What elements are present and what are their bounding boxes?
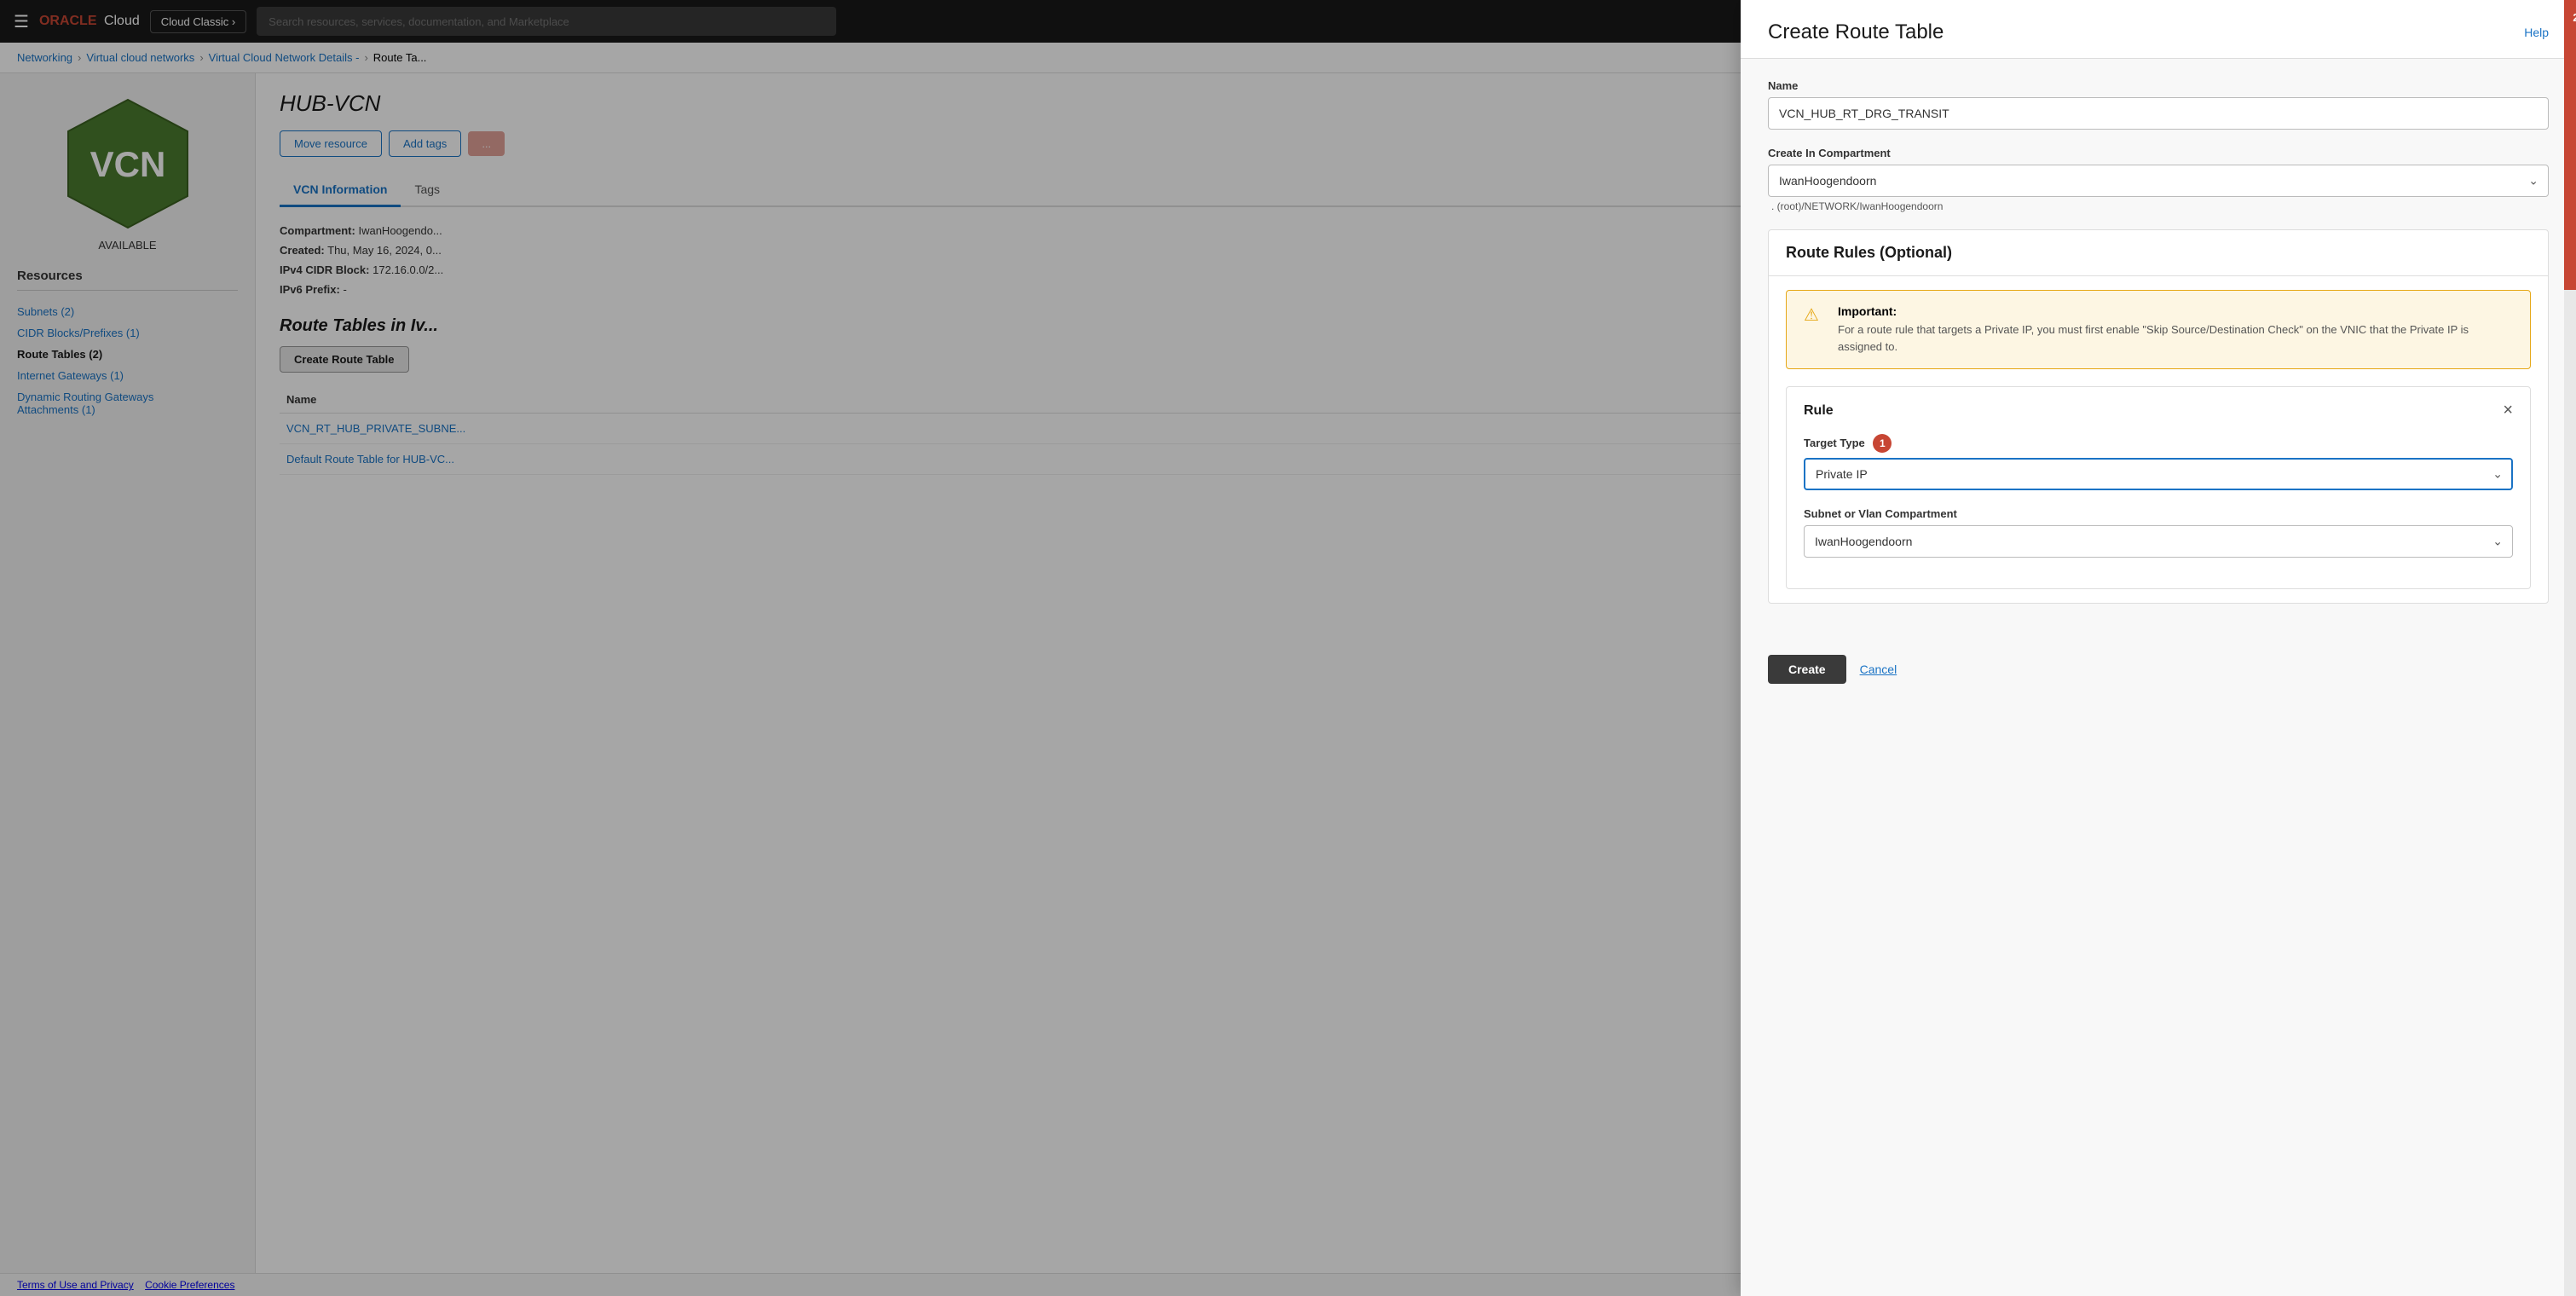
important-icon: ⚠ bbox=[1804, 304, 1824, 355]
subnet-compartment-label: Subnet or Vlan Compartment bbox=[1804, 507, 2513, 520]
name-input[interactable] bbox=[1768, 97, 2549, 130]
target-type-select[interactable]: Private IP bbox=[1804, 458, 2513, 490]
modal-header: Create Route Table Help bbox=[1741, 0, 2576, 59]
compartment-select-wrapper: IwanHoogendoorn bbox=[1768, 165, 2549, 197]
compartment-path: . (root)/NETWORK/IwanHoogendoorn bbox=[1768, 197, 2549, 212]
target-type-label: Target Type 1 bbox=[1804, 434, 2513, 453]
modal-help-link[interactable]: Help bbox=[2524, 26, 2549, 39]
target-type-select-wrapper: Private IP bbox=[1804, 458, 2513, 490]
form-group-subnet-compartment: Subnet or Vlan Compartment IwanHoogendoo… bbox=[1804, 507, 2513, 558]
modal-body: Name Create In Compartment IwanHoogendoo… bbox=[1741, 59, 2576, 641]
subnet-compartment-select-wrapper: IwanHoogendoorn bbox=[1804, 525, 2513, 558]
name-label: Name bbox=[1768, 79, 2549, 92]
rule-header: Rule × bbox=[1804, 401, 2513, 420]
route-rules-header: Route Rules (Optional) bbox=[1769, 230, 2548, 276]
important-box: ⚠ Important: For a route rule that targe… bbox=[1786, 290, 2531, 369]
modal-title: Create Route Table bbox=[1768, 20, 1944, 44]
modal-panel: 2 Create Route Table Help Name Create In… bbox=[1741, 0, 2576, 1296]
modal-scrollbar[interactable]: 2 bbox=[2564, 0, 2576, 1296]
important-title: Important: bbox=[1838, 304, 2513, 318]
important-text: For a route rule that targets a Private … bbox=[1838, 321, 2513, 355]
rule-title: Rule bbox=[1804, 403, 1834, 419]
create-button[interactable]: Create bbox=[1768, 655, 1846, 684]
modal-overlay: 2 Create Route Table Help Name Create In… bbox=[0, 0, 2576, 1296]
rule-box: Rule × Target Type 1 Private IP bbox=[1786, 386, 2531, 589]
rule-close-button[interactable]: × bbox=[2503, 401, 2513, 420]
target-type-badge: 1 bbox=[1873, 434, 1892, 453]
compartment-label: Create In Compartment bbox=[1768, 147, 2549, 159]
form-group-target-type: Target Type 1 Private IP bbox=[1804, 434, 2513, 490]
route-rules-section: Route Rules (Optional) ⚠ Important: For … bbox=[1768, 229, 2549, 604]
subnet-compartment-select[interactable]: IwanHoogendoorn bbox=[1804, 525, 2513, 558]
form-group-name: Name bbox=[1768, 79, 2549, 130]
form-group-compartment: Create In Compartment IwanHoogendoorn . … bbox=[1768, 147, 2549, 212]
route-rules-body: ⚠ Important: For a route rule that targe… bbox=[1769, 276, 2548, 603]
compartment-select[interactable]: IwanHoogendoorn bbox=[1768, 165, 2549, 197]
cancel-button[interactable]: Cancel bbox=[1860, 662, 1897, 676]
modal-footer: Create Cancel bbox=[1741, 641, 2576, 711]
